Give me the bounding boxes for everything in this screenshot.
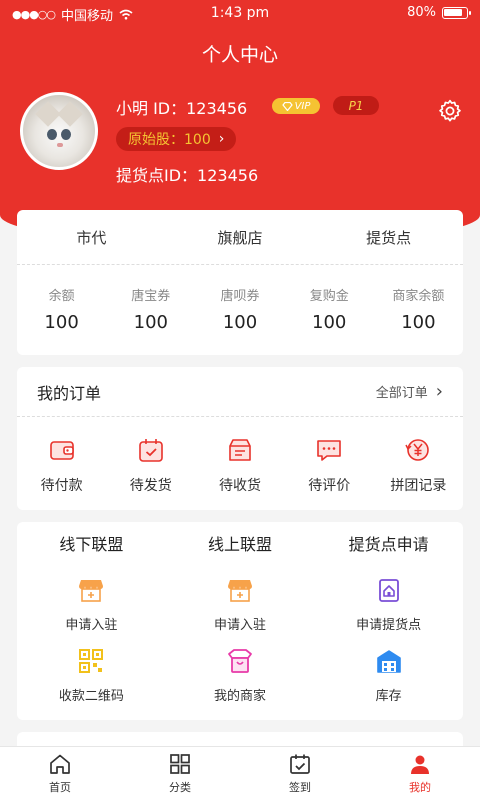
tab-checkin[interactable]: 签到 — [240, 747, 360, 800]
store-icon — [79, 580, 104, 602]
tier-flagship-store[interactable]: 旗舰店 — [166, 227, 315, 248]
apply-pickup-point[interactable]: 申请提货点 — [314, 576, 463, 633]
balance-item[interactable]: 唐宝券 100 — [106, 285, 195, 333]
battery-icon — [442, 6, 471, 19]
calendar-check-icon — [138, 439, 163, 462]
tab-pickup-application[interactable]: 提货点申请 — [314, 531, 463, 555]
original-shares-button[interactable]: 原始股：100 › — [116, 127, 237, 151]
original-shares-label: 原始股：100 — [128, 132, 211, 148]
apply-join-online[interactable]: 申请入驻 — [166, 576, 315, 633]
my-merchants[interactable]: 我的商家 — [166, 647, 315, 704]
shop-bag-icon — [228, 649, 252, 673]
grid-icon — [170, 754, 190, 774]
bottom-tab-bar: 首页 分类 签到 我的 — [0, 746, 480, 800]
user-name-id: 小明 ID：123456 — [116, 99, 248, 118]
tab-home[interactable]: 首页 — [0, 747, 120, 800]
apply-join-offline[interactable]: 申请入驻 — [17, 576, 166, 633]
vip-badge: VIP — [272, 98, 320, 114]
level-badge: P1 — [333, 96, 379, 115]
tier-tabs: 市代 旗舰店 提货点 — [17, 210, 463, 265]
account-card: 市代 旗舰店 提货点 余额 100 唐宝券 100 唐呗券 100 复购金 100 商家… — [17, 210, 463, 355]
tier-city-agent[interactable]: 市代 — [17, 227, 166, 248]
pickup-point-icon — [378, 579, 399, 602]
battery-percent: 80% — [407, 5, 436, 20]
tab-category[interactable]: 分类 — [120, 747, 240, 800]
diamond-icon — [281, 101, 293, 111]
order-pending-receipt[interactable]: 待收货 — [195, 435, 284, 495]
pickup-point-id: 提货点ID：123456 — [116, 166, 259, 185]
order-pending-payment[interactable]: 待付款 — [17, 435, 106, 495]
status-bar: ●●●○○ 中国移动 1:43 pm 80% — [0, 0, 480, 26]
settings-gear-icon[interactable] — [437, 98, 463, 124]
qr-code-icon — [79, 649, 104, 673]
box-icon — [229, 439, 251, 461]
balance-item[interactable]: 商家余额 100 — [374, 285, 463, 333]
inventory[interactable]: 库存 — [314, 647, 463, 704]
chat-icon — [317, 440, 342, 461]
page-title: 个人中心 — [201, 44, 278, 66]
payment-qr-code[interactable]: 收款二维码 — [17, 647, 166, 704]
store-icon — [227, 580, 252, 602]
yen-refresh-icon — [405, 439, 430, 461]
chevron-right-icon: › — [435, 381, 443, 402]
tab-mine[interactable]: 我的 — [360, 747, 480, 800]
tab-offline-alliance[interactable]: 线下联盟 — [17, 531, 166, 555]
balance-item[interactable]: 复购金 100 — [285, 285, 374, 333]
checkin-icon — [290, 754, 310, 774]
tab-online-alliance[interactable]: 线上联盟 — [166, 531, 315, 555]
alliance-tabs: 线下联盟 线上联盟 提货点申请 — [17, 522, 463, 564]
user-icon — [411, 755, 429, 774]
wallet-icon — [49, 441, 74, 460]
alliance-card: 线下联盟 线上联盟 提货点申请 申请入驻 申请入驻 申请提货点 收款二维码 我的… — [17, 522, 463, 720]
tier-pickup-point[interactable]: 提货点 — [314, 227, 463, 248]
home-icon — [50, 754, 70, 774]
warehouse-icon — [376, 650, 401, 673]
chevron-right-icon: › — [218, 131, 225, 147]
all-orders-link[interactable]: 全部订单 › — [376, 381, 443, 402]
my-orders-title: 我的订单 — [37, 383, 102, 403]
order-pending-review[interactable]: 待评价 — [285, 435, 374, 495]
my-orders-card: 我的订单 全部订单 › 待付款 待发货 待收货 待评价 拼团记录 — [17, 367, 463, 510]
order-group-buy-records[interactable]: 拼团记录 — [374, 435, 463, 495]
avatar[interactable] — [20, 92, 98, 170]
order-pending-shipment[interactable]: 待发货 — [106, 435, 195, 495]
balances: 余额 100 唐宝券 100 唐呗券 100 复购金 100 商家余额 100 — [17, 265, 463, 333]
balance-item[interactable]: 唐呗券 100 — [195, 285, 284, 333]
balance-item[interactable]: 余额 100 — [17, 285, 106, 333]
